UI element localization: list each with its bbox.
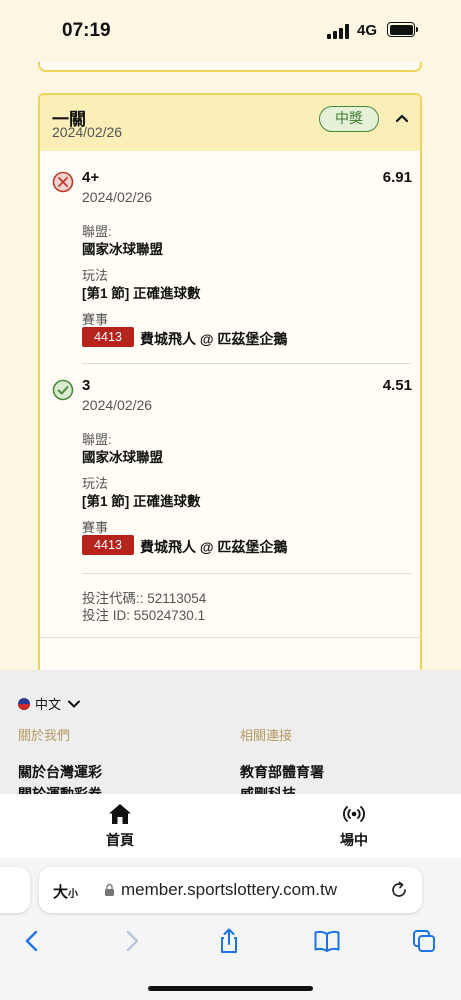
bet-leg: 4+ 2024/02/26 6.91 聯盟: 國家冰球聯盟 玩法 [第1 節] … [52,169,412,347]
event-code-badge: 4413 [82,327,134,347]
language-selector[interactable]: 中文 [18,694,81,713]
league-value: 國家冰球聯盟 [82,450,163,465]
browser-toolbar: 大小 member.sportslottery.com.tw [0,858,461,1000]
lock-icon [105,883,114,896]
footer-link[interactable]: 教育部體育署 [240,762,324,782]
text-size-big: 大 [53,884,69,901]
footer-heading-links: 相關連接 [240,728,293,743]
previous-card [38,62,422,72]
footer-link[interactable]: 關於台灣運彩 [18,762,102,782]
share-icon[interactable] [215,928,243,954]
cross-circle-icon [52,171,74,193]
event-name: 費城飛人 @ 匹茲堡企鵝 [140,331,288,347]
battery-icon [387,22,418,37]
network-type: 4G [357,22,378,39]
live-broadcast-icon [343,806,365,822]
event-name: 費城飛人 @ 匹茲堡企鵝 [140,539,288,555]
bet-detail-content: 一關 2024/02/26 中獎 4+ 2024/02/26 6.91 聯盟: … [0,62,461,670]
leg-divider [82,363,412,364]
leg-pick: 4+ [82,169,100,186]
text-size-button[interactable]: 大小 [53,881,78,902]
site-footer: 中文 關於我們 相關連接 關於台灣運彩 關於運動彩券 教育部體育署 威剛科技 [0,670,461,794]
url-text: member.sportslottery.com.tw [121,880,338,899]
home-indicator [148,986,313,991]
bet-card-header[interactable]: 一關 2024/02/26 中獎 [40,95,420,151]
tab-live-label: 場中 [340,832,368,848]
tab-home[interactable]: 首頁 [90,802,150,850]
market-value: [第1 節] 正確進球數 [82,286,201,301]
bet-card: 一關 2024/02/26 中獎 4+ 2024/02/26 6.91 聯盟: … [38,93,422,670]
chevron-up-icon[interactable] [390,107,414,131]
event-code-badge: 4413 [82,535,134,555]
market-value: [第1 節] 正確進球數 [82,494,201,509]
leg-date: 2024/02/26 [82,397,153,413]
bet-id: 投注 ID: 55024730.1 [82,608,206,623]
tabs-icon[interactable] [411,928,439,954]
back-icon[interactable] [18,928,46,954]
footer-link[interactable]: 威剛科技 [240,784,296,794]
footer-heading-about: 關於我們 [18,728,71,743]
forward-icon[interactable] [118,928,146,954]
bookmarks-icon[interactable] [313,928,341,954]
leg-divider [82,573,412,574]
result-badge: 中獎 [319,106,379,132]
home-icon [109,804,131,824]
bet-date: 2024/02/26 [52,124,123,140]
language-label: 中文 [35,697,62,712]
tab-home-label: 首頁 [106,832,134,848]
league-value: 國家冰球聯盟 [82,242,163,257]
app-tab-bar: 首頁 場中 [0,794,461,858]
status-time: 07:19 [62,20,111,41]
tab-live[interactable]: 場中 [324,802,384,850]
leg-odds: 4.51 [382,377,412,394]
check-circle-icon [52,379,74,401]
leg-date: 2024/02/26 [82,189,153,205]
reload-icon[interactable] [389,880,409,900]
event-label: 賽事 [82,312,109,327]
address-bar[interactable]: 大小 member.sportslottery.com.tw [39,867,422,913]
event-label: 賽事 [82,520,109,535]
chevron-down-icon [68,700,81,707]
bet-leg: 3 2024/02/26 4.51 聯盟: 國家冰球聯盟 玩法 [第1 節] 正… [52,377,412,555]
leg-pick: 3 [82,377,91,394]
status-bar: 07:19 4G [0,0,461,62]
signal-icon [327,23,351,39]
flag-icon [18,697,30,710]
footer-link[interactable]: 關於運動彩券 [18,784,102,794]
previous-tab-preview[interactable] [0,867,30,913]
card-footer-divider [40,637,420,638]
text-size-small: 小 [68,889,79,900]
leg-odds: 6.91 [382,169,412,186]
